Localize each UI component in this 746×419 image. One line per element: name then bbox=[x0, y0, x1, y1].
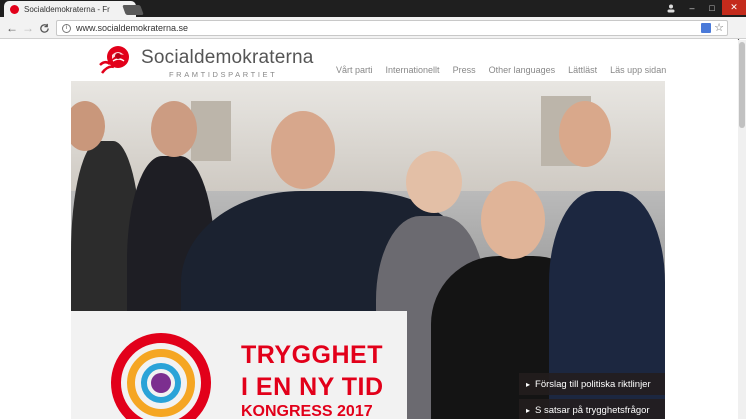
tab-title: Socialdemokraterna - Fr bbox=[24, 4, 110, 14]
browser-tab[interactable]: Socialdemokraterna - Fr × bbox=[4, 1, 136, 17]
bookmark-star-icon[interactable]: ☆ bbox=[714, 21, 724, 34]
minimize-button[interactable]: – bbox=[682, 0, 702, 15]
hero-person-head bbox=[559, 101, 611, 167]
rose-favicon-icon bbox=[10, 4, 19, 14]
link-arrow-icon: ▸ bbox=[526, 379, 531, 389]
forward-button[interactable]: → bbox=[20, 20, 36, 36]
main-navigation: Vårt parti Internationellt Press Other l… bbox=[336, 65, 666, 75]
rose-logo-icon[interactable] bbox=[96, 43, 136, 79]
link-arrow-icon: ▸ bbox=[526, 405, 531, 415]
info-icon[interactable]: i bbox=[62, 23, 71, 33]
back-button[interactable]: ← bbox=[4, 20, 20, 36]
close-window-button[interactable]: ✕ bbox=[722, 0, 746, 15]
address-bar[interactable]: i www.socialdemokraterna.se ☆ bbox=[56, 20, 728, 36]
nav-item-vart-parti[interactable]: Vårt parti bbox=[336, 65, 373, 75]
url-text[interactable]: www.socialdemokraterna.se bbox=[76, 23, 188, 33]
hero-link-label[interactable]: Förslag till politiska riktlinjer bbox=[535, 379, 651, 390]
poster-ring-graphic bbox=[151, 373, 171, 393]
browser-titlebar: Socialdemokraterna - Fr × – □ ✕ bbox=[0, 0, 746, 17]
maximize-button[interactable]: □ bbox=[702, 0, 722, 15]
translate-icon[interactable] bbox=[701, 23, 711, 33]
reload-icon bbox=[39, 23, 49, 33]
page-scrollbar[interactable] bbox=[738, 40, 746, 419]
hero-person-head bbox=[151, 101, 197, 157]
hero-link-trygghet[interactable]: ▸ S satsar på trygghetsfrågor bbox=[519, 399, 665, 419]
nav-item-lattlast[interactable]: Lättläst bbox=[568, 65, 597, 75]
browser-toolbar: ← → i www.socialdemokraterna.se ☆ ⋮ bbox=[0, 17, 746, 50]
poster-title-line2: I EN NY TID bbox=[241, 373, 384, 401]
hero-link-label[interactable]: S satsar på trygghetsfrågor bbox=[535, 405, 650, 416]
hero-link-riktlinjer[interactable]: ▸ Förslag till politiska riktlinjer bbox=[519, 373, 665, 395]
web-page: Socialdemokraterna FRAMTIDSPARTIET Vårt … bbox=[0, 40, 746, 419]
brand-name[interactable]: Socialdemokraterna bbox=[141, 47, 314, 69]
hero-image[interactable]: TRYGGHET I EN NY TID KONGRESS 2017 ▸ För… bbox=[71, 81, 665, 419]
site-brand[interactable]: Socialdemokraterna FRAMTIDSPARTIET bbox=[141, 47, 314, 79]
poster-title-line1: TRYGGHET bbox=[241, 341, 383, 369]
nav-item-press[interactable]: Press bbox=[453, 65, 476, 75]
new-tab-button[interactable] bbox=[122, 5, 144, 15]
reload-button[interactable] bbox=[36, 20, 52, 36]
hero-person-head bbox=[406, 151, 462, 213]
nav-item-other-languages[interactable]: Other languages bbox=[489, 65, 556, 75]
scrollbar-thumb[interactable] bbox=[739, 42, 745, 128]
background-window bbox=[191, 101, 231, 161]
brand-tagline: FRAMTIDSPARTIET bbox=[169, 70, 278, 79]
poster-title-line3: KONGRESS 2017 bbox=[241, 403, 373, 419]
nav-item-las-upp-sidan[interactable]: Läs upp sidan bbox=[610, 65, 666, 75]
hero-person-head bbox=[481, 181, 545, 259]
nav-item-internationellt[interactable]: Internationellt bbox=[386, 65, 440, 75]
profile-icon[interactable] bbox=[662, 0, 680, 15]
hero-person-head bbox=[271, 111, 335, 189]
congress-poster[interactable]: TRYGGHET I EN NY TID KONGRESS 2017 bbox=[71, 311, 407, 419]
